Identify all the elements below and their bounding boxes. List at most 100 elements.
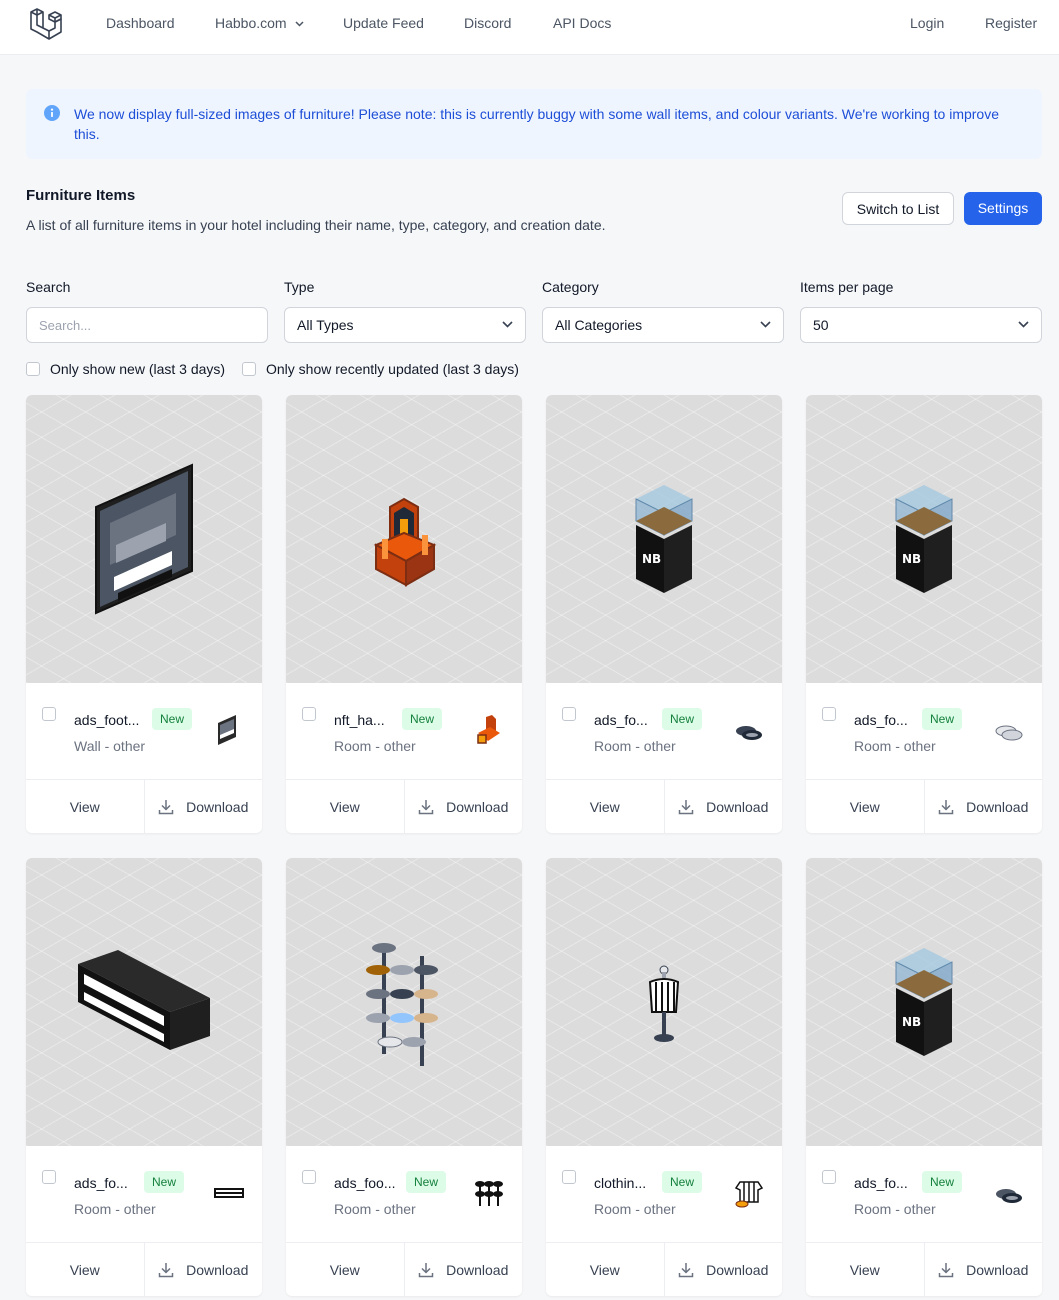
- download-label: Download: [186, 1262, 249, 1278]
- nav-discord[interactable]: Discord: [464, 15, 511, 31]
- new-badge: New: [152, 708, 193, 730]
- furniture-preview: NB: [806, 395, 1042, 683]
- card-select-checkbox[interactable]: [302, 707, 316, 721]
- furniture-name[interactable]: ads_fo...: [854, 1175, 908, 1191]
- furniture-card[interactable]: clothin... New Room - other View Downloa…: [546, 858, 782, 1296]
- furniture-icon: [477, 715, 500, 744]
- nav-dashboard[interactable]: Dashboard: [106, 15, 175, 31]
- category-select-value: All Categories: [555, 317, 643, 333]
- nav-update-feed[interactable]: Update Feed: [343, 15, 424, 31]
- furniture-preview: [26, 395, 262, 683]
- view-button[interactable]: View: [286, 1243, 405, 1296]
- only-updated-filter[interactable]: Only show recently updated (last 3 days): [242, 361, 519, 377]
- furniture-name[interactable]: ads_foo...: [334, 1175, 396, 1191]
- search-field: [26, 307, 268, 343]
- furniture-name[interactable]: nft_ha...: [334, 712, 385, 728]
- search-label: Search: [26, 279, 71, 295]
- view-button[interactable]: View: [26, 1243, 145, 1296]
- card-select-checkbox[interactable]: [562, 707, 576, 721]
- settings-button[interactable]: Settings: [964, 192, 1042, 225]
- card-select-checkbox[interactable]: [42, 1170, 56, 1184]
- furniture-card[interactable]: nft_ha... New Room - other View Download: [286, 395, 522, 833]
- download-button[interactable]: Download: [665, 780, 783, 833]
- download-button[interactable]: Download: [925, 1243, 1043, 1296]
- view-button[interactable]: View: [806, 1243, 925, 1296]
- switch-to-list-button[interactable]: Switch to List: [842, 192, 954, 225]
- card-select-checkbox[interactable]: [562, 1170, 576, 1184]
- info-alert: We now display full-sized images of furn…: [26, 89, 1042, 159]
- sneaker-icon: [995, 725, 1023, 741]
- furniture-card[interactable]: NB ads_fo... New Room - other View Downl…: [806, 858, 1042, 1296]
- only-new-checkbox[interactable]: [26, 362, 40, 376]
- download-icon: [158, 1263, 174, 1278]
- billboard-poster-image: [95, 463, 193, 615]
- card-actions: View Download: [806, 1242, 1042, 1296]
- card-select-checkbox[interactable]: [822, 707, 836, 721]
- download-label: Download: [966, 799, 1029, 815]
- furniture-type: Room - other: [74, 1201, 156, 1217]
- download-button[interactable]: Download: [405, 1243, 523, 1296]
- furniture-type: Room - other: [594, 1201, 676, 1217]
- view-button[interactable]: View: [546, 1243, 665, 1296]
- search-input[interactable]: [27, 308, 267, 342]
- furniture-card[interactable]: ads_foot... New Wall - other View Downlo…: [26, 395, 262, 833]
- alert-message: We now display full-sized images of furn…: [74, 106, 999, 142]
- download-label: Download: [446, 799, 509, 815]
- furniture-preview: [546, 858, 782, 1146]
- nav-api-docs[interactable]: API Docs: [553, 15, 611, 31]
- view-button[interactable]: View: [546, 780, 665, 833]
- view-button[interactable]: View: [26, 780, 145, 833]
- card-actions: View Download: [806, 779, 1042, 833]
- furniture-preview: [286, 395, 522, 683]
- furniture-preview: [26, 858, 262, 1146]
- furniture-card[interactable]: ads_foo... New Room - other View Downloa…: [286, 858, 522, 1296]
- new-badge: New: [662, 708, 703, 730]
- download-button[interactable]: Download: [145, 780, 263, 833]
- download-button[interactable]: Download: [405, 780, 523, 833]
- per-page-label: Items per page: [800, 279, 894, 295]
- sneaker-icon: [736, 726, 762, 740]
- download-button[interactable]: Download: [925, 780, 1043, 833]
- only-updated-checkbox[interactable]: [242, 362, 256, 376]
- category-select[interactable]: All Categories: [542, 307, 784, 343]
- only-new-filter[interactable]: Only show new (last 3 days): [26, 361, 225, 377]
- card-actions: View Download: [546, 1242, 782, 1296]
- furniture-preview: [286, 858, 522, 1146]
- view-button[interactable]: View: [806, 780, 925, 833]
- download-button[interactable]: Download: [665, 1243, 783, 1296]
- page-description: A list of all furniture items in your ho…: [26, 217, 606, 233]
- nav-hotel-dropdown[interactable]: Habbo.com: [215, 15, 304, 31]
- card-select-checkbox[interactable]: [42, 707, 56, 721]
- furniture-name[interactable]: ads_fo...: [854, 712, 908, 728]
- furniture-card[interactable]: ads_fo... New Room - other View Download: [26, 858, 262, 1296]
- type-label: Type: [284, 279, 315, 295]
- download-button[interactable]: Download: [145, 1243, 263, 1296]
- new-badge: New: [662, 1171, 703, 1193]
- per-page-select[interactable]: 50: [800, 307, 1042, 343]
- only-new-label: Only show new (last 3 days): [50, 361, 226, 377]
- throne-image: [373, 497, 437, 587]
- card-select-checkbox[interactable]: [822, 1170, 836, 1184]
- download-label: Download: [446, 1262, 509, 1278]
- furniture-name[interactable]: ads_fo...: [74, 1175, 128, 1191]
- furniture-icon: [218, 715, 236, 745]
- furniture-type: Room - other: [854, 1201, 936, 1217]
- view-button[interactable]: View: [286, 780, 405, 833]
- laravel-logo-icon[interactable]: [28, 6, 64, 42]
- furniture-name[interactable]: ads_fo...: [594, 712, 648, 728]
- furniture-card[interactable]: NB ads_fo... New Room - other View Downl…: [806, 395, 1042, 833]
- download-icon: [938, 1263, 954, 1278]
- chevron-down-icon: [502, 321, 513, 328]
- furniture-name[interactable]: ads_foot...: [74, 712, 139, 728]
- type-select[interactable]: All Types: [284, 307, 526, 343]
- nav-hotel-label: Habbo.com: [215, 15, 287, 31]
- display-case-image: NB: [895, 948, 953, 1056]
- mannequin-image: [648, 965, 680, 1042]
- furniture-type: Room - other: [594, 738, 676, 754]
- nav-login[interactable]: Login: [910, 15, 944, 31]
- nav-register[interactable]: Register: [985, 15, 1037, 31]
- card-select-checkbox[interactable]: [302, 1170, 316, 1184]
- only-updated-label: Only show recently updated (last 3 days): [266, 361, 519, 377]
- furniture-name[interactable]: clothin...: [594, 1175, 646, 1191]
- furniture-card[interactable]: NB ads_fo... New Room - other View Downl…: [546, 395, 782, 833]
